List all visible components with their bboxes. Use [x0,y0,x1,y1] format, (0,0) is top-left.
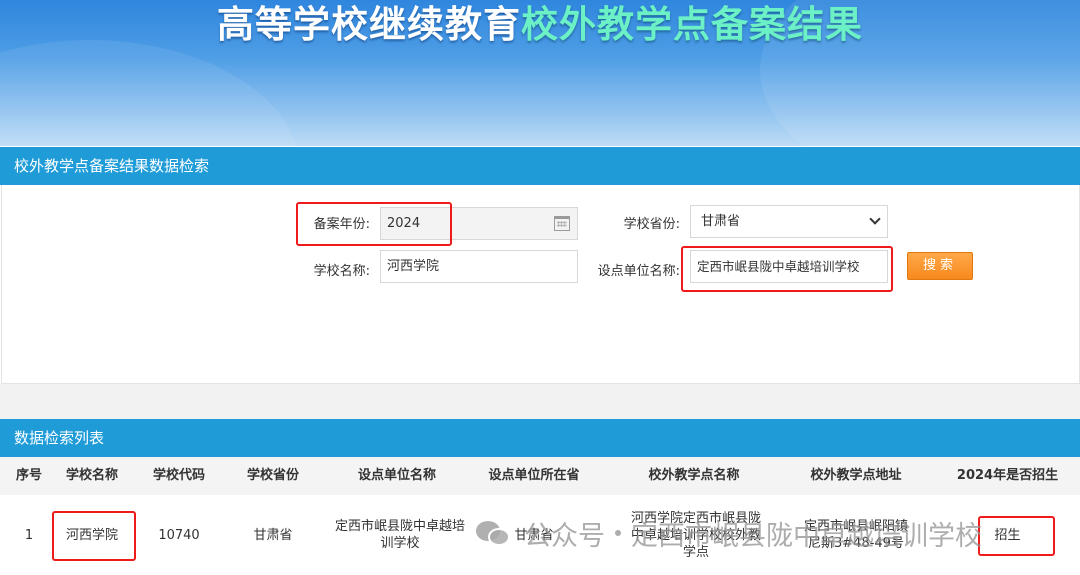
wechat-icon [474,517,514,549]
column-header-address: 校外教学点地址 [810,468,902,483]
province-select[interactable]: 甘肃省 [690,205,888,238]
highlight-box-unit [681,246,893,292]
school-label: 学校名称: [313,264,370,279]
search-button[interactable]: 搜索 [907,252,973,280]
highlight-box-school [52,511,136,561]
unit-label: 设点单位名称: [597,264,680,279]
calendar-icon[interactable] [554,216,570,231]
column-header-enrolling: 2024年是否招生 [956,468,1059,483]
results-section-header: 数据检索列表 [0,419,1080,457]
cell-index: 1 [24,527,34,543]
column-header-unit: 设点单位名称 [357,468,436,483]
chevron-down-icon[interactable] [869,213,881,225]
watermark-name: 定西市岷县陇中卓越培训学校 [631,520,982,552]
wechat-watermark: 公众号 定西市岷县陇中卓越培训学校 [474,510,982,556]
watermark-prefix: 公众号 [524,520,605,552]
page-title-part1: 高等学校继续教育 [217,3,521,46]
column-header-unit-province: 设点单位所在省 [488,468,580,483]
column-header-index: 序号 [15,468,42,483]
column-header-code: 学校代码 [152,468,205,483]
school-input[interactable]: 河西学院 [380,250,578,283]
watermark-separator [615,530,621,536]
section-divider [0,384,1080,419]
page-title: 高等学校继续教育校外教学点备案结果 [0,0,1080,48]
column-header-school: 学校名称 [65,468,118,483]
search-section-header: 校外教学点备案结果数据检索 [0,147,1080,185]
cell-unit: 定西市岷县陇中卓越培训学校 [334,519,465,551]
school-value: 河西学院 [387,259,440,274]
highlight-box-enrolling [978,516,1055,556]
column-header-province: 学校省份 [246,468,299,483]
province-label: 学校省份: [623,217,680,232]
cell-code: 10740 [158,527,200,543]
column-header-point-name: 校外教学点名称 [648,468,740,483]
banner: 高等学校继续教育校外教学点备案结果 [0,0,1080,146]
highlight-box-year [296,202,452,246]
province-value: 甘肃省 [701,214,741,229]
cell-province: 甘肃省 [253,527,293,543]
page-title-part2: 校外教学点备案结果 [521,3,863,46]
